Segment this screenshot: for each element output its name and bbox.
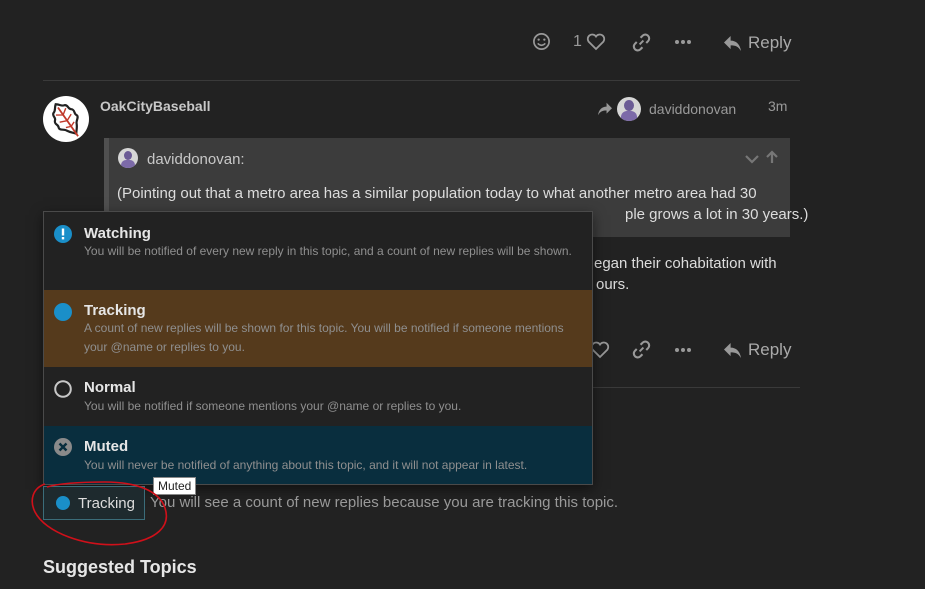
copy-link-button[interactable] [632, 33, 651, 52]
link-icon [632, 340, 651, 359]
menu-item-watching[interactable]: Watching You will be notified of every n… [44, 212, 592, 290]
menu-item-title: Tracking [84, 302, 146, 319]
post-body-line2: ours. [596, 276, 630, 293]
like-button-2[interactable] [590, 341, 610, 359]
quote-avatar [118, 148, 138, 168]
smile-icon [533, 33, 550, 50]
quote-author: daviddonovan: [147, 151, 245, 168]
emoji-reaction-button[interactable] [532, 32, 551, 51]
reply-to-avatar [617, 97, 641, 121]
avatar[interactable] [43, 96, 89, 142]
like-count: 1 [573, 33, 582, 50]
arrow-up-icon [766, 150, 778, 163]
exclamation-circle-icon [54, 225, 72, 243]
post-body-line1: egan their cohabitation with [594, 255, 777, 272]
menu-item-description: You will be notified of every new reply … [84, 244, 572, 258]
reply-button[interactable]: Reply [723, 33, 791, 53]
share-arrow-icon [598, 102, 612, 116]
copy-link-button-2[interactable] [632, 340, 651, 359]
suggested-topics-heading: Suggested Topics [43, 557, 197, 577]
x-circle-icon [54, 438, 72, 456]
menu-item-title: Muted [84, 438, 129, 455]
notification-level-menu: Watching You will be notified of every n… [43, 211, 593, 485]
chevron-down-icon [745, 155, 759, 164]
go-to-quoted-post-button[interactable] [765, 150, 779, 169]
reply-to-indicator[interactable]: daviddonovan [597, 97, 736, 121]
quote-text-line2: ple grows a lot in 30 years.) [625, 206, 809, 223]
like-button[interactable]: 1 [573, 33, 606, 51]
ellipsis-icon [675, 40, 691, 44]
post-username[interactable]: OakCityBaseball [100, 98, 211, 114]
menu-item-title: Normal [84, 379, 136, 396]
reply-arrow-icon [724, 35, 741, 51]
menu-item-description: A count of new replies will be shown for… [84, 321, 564, 354]
reply-to-username: daviddonovan [649, 101, 737, 117]
menu-item-tracking[interactable]: Tracking A count of new replies will be … [44, 290, 592, 367]
heart-icon [586, 33, 606, 51]
oak-leaf-icon [52, 103, 79, 137]
reply-arrow-icon [724, 342, 741, 358]
tracking-status-text: You will see a count of new replies beca… [150, 494, 619, 511]
empty-circle-icon [54, 380, 72, 398]
quote-text-line1: (Pointing out that a metro area has a si… [117, 185, 757, 202]
link-icon [632, 33, 651, 52]
more-options-button[interactable] [674, 36, 692, 48]
reply-button-2[interactable]: Reply [723, 340, 791, 360]
expand-quote-button[interactable] [745, 152, 759, 170]
post-divider-2 [590, 387, 800, 388]
reply-label: Reply [748, 340, 792, 359]
annotation-circle [31, 481, 168, 546]
reply-label: Reply [748, 33, 792, 52]
menu-item-title: Watching [84, 225, 151, 242]
filled-circle-icon [54, 303, 72, 321]
ellipsis-icon [675, 348, 691, 352]
more-options-button-2[interactable] [674, 344, 692, 356]
post-time[interactable]: 3m [768, 98, 787, 114]
post-divider [43, 80, 800, 81]
menu-item-description: You will be notified if someone mentions… [84, 399, 462, 413]
menu-item-normal[interactable]: Normal You will be notified if someone m… [44, 367, 592, 426]
heart-icon [590, 341, 610, 359]
